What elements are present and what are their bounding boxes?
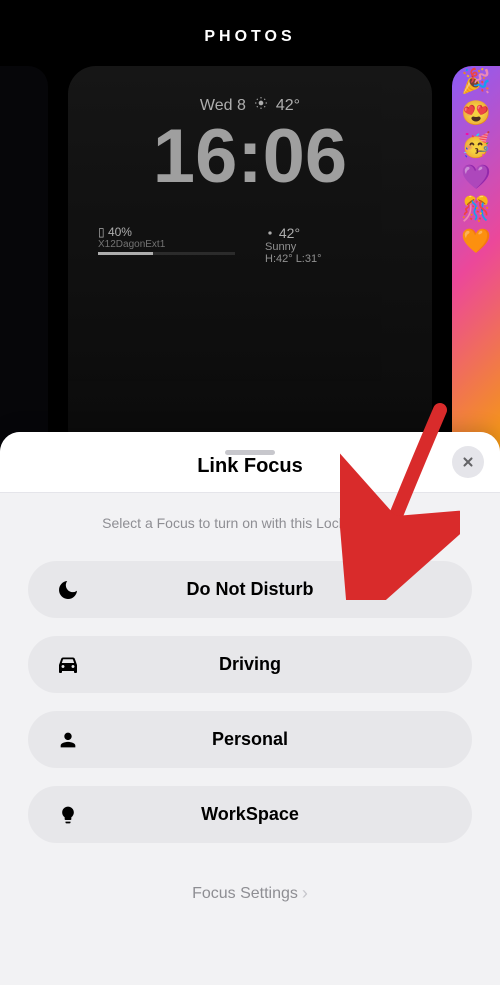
- emoji-pattern: 🎉😍🥳💜🎊🧡: [452, 66, 500, 456]
- focus-label: WorkSpace: [52, 804, 448, 825]
- focus-label: Driving: [52, 654, 448, 675]
- moon-icon: [54, 576, 82, 604]
- focus-do-not-disturb[interactable]: Do Not Disturb: [28, 561, 472, 618]
- battery-widget: ▯ 40% X12DagonExt1: [98, 225, 235, 265]
- close-icon: [461, 455, 475, 469]
- lockscreen-date-row: Wed 8 42°: [88, 96, 412, 115]
- person-icon: [54, 726, 82, 754]
- focus-label: Personal: [52, 729, 448, 750]
- focus-personal[interactable]: Personal: [28, 711, 472, 768]
- focus-settings-link[interactable]: Focus Settings ›: [28, 883, 472, 904]
- settings-label: Focus Settings: [192, 885, 298, 903]
- weather-sun-icon: [265, 225, 279, 241]
- wallpaper-next[interactable]: 🎉😍🥳💜🎊🧡: [452, 66, 500, 456]
- photos-title: PHOTOS: [0, 0, 500, 66]
- wallpaper-prev[interactable]: [0, 66, 48, 456]
- close-button[interactable]: [452, 446, 484, 478]
- lockscreen-date: Wed 8: [200, 97, 246, 115]
- sheet-title: Link Focus: [0, 455, 500, 478]
- wallpaper-current[interactable]: Wed 8 42° 16:06 ▯ 40% X12DagonExt1: [68, 66, 432, 456]
- link-focus-sheet: Link Focus Select a Focus to turn on wit…: [0, 432, 500, 985]
- focus-workspace[interactable]: WorkSpace: [28, 786, 472, 843]
- battery-icon: ▯: [98, 225, 105, 239]
- lockscreen-time: 16:06: [88, 119, 412, 195]
- focus-list: Do Not Disturb Driving Personal: [28, 561, 472, 843]
- focus-label: Do Not Disturb: [52, 579, 448, 600]
- lightbulb-icon: [54, 801, 82, 829]
- battery-device: X12DagonExt1: [98, 239, 235, 250]
- weather-temp: 42°: [279, 225, 300, 241]
- battery-percent: 40%: [108, 225, 132, 239]
- lockscreen-temp: 42°: [276, 97, 300, 115]
- wallpaper-carousel[interactable]: Wed 8 42° 16:06 ▯ 40% X12DagonExt1: [0, 66, 500, 456]
- sun-icon: [254, 96, 268, 115]
- chevron-right-icon: ›: [302, 883, 308, 904]
- focus-driving[interactable]: Driving: [28, 636, 472, 693]
- weather-hilo: H:42° L:31°: [265, 253, 402, 265]
- car-icon: [54, 651, 82, 679]
- weather-condition: Sunny: [265, 241, 402, 253]
- weather-widget: 42° Sunny H:42° L:31°: [265, 225, 402, 265]
- sheet-subtitle: Select a Focus to turn on with this Lock…: [28, 515, 472, 531]
